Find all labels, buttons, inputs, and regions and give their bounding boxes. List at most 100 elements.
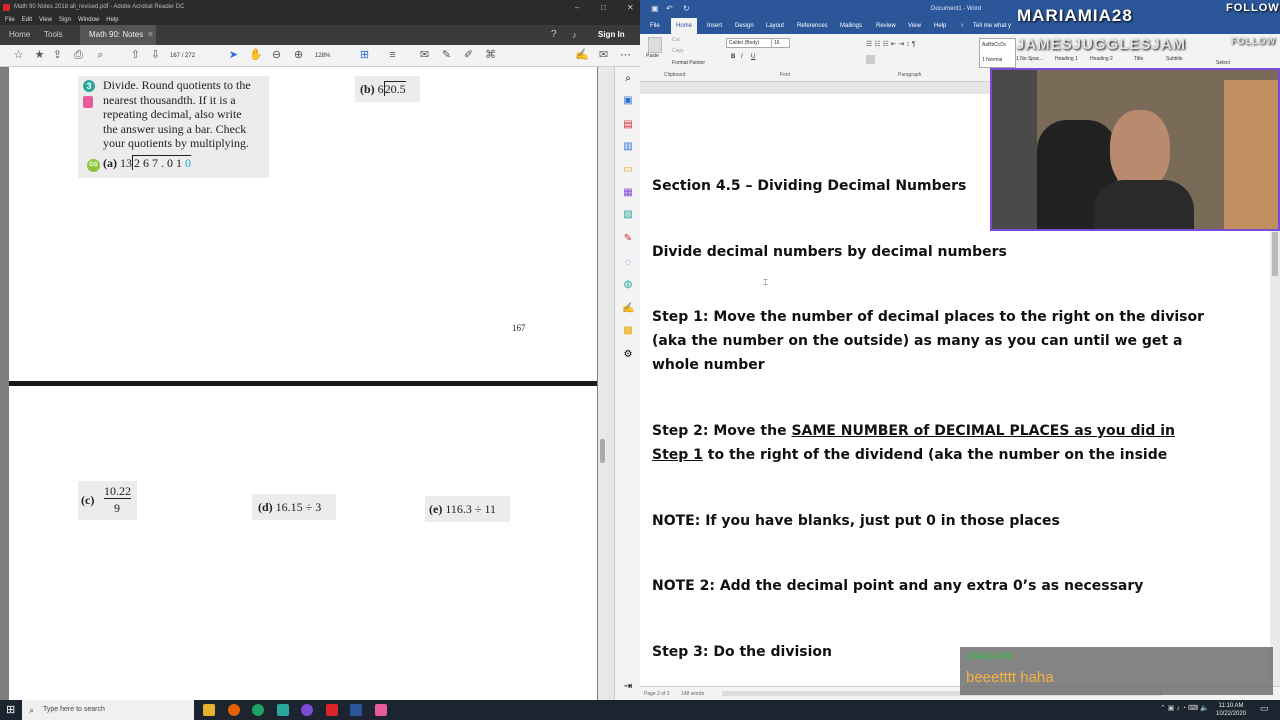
print-icon[interactable]: ⎙ <box>72 49 85 62</box>
tab-layout[interactable]: Layout <box>766 18 784 34</box>
italic-button[interactable]: I <box>741 54 743 60</box>
menu-edit[interactable]: Edit <box>22 17 32 23</box>
style-title[interactable]: Title <box>1134 56 1143 62</box>
taskbar-search[interactable]: ⌕ Type here to search <box>22 700 194 720</box>
draw-icon[interactable]: ✐ <box>462 49 475 62</box>
paste-button[interactable]: Paste <box>646 53 659 59</box>
sign-icon[interactable]: ✍ <box>622 303 634 315</box>
zoom-level[interactable]: 128% <box>315 50 345 62</box>
style-heading-1[interactable]: Heading 1 <box>1055 56 1078 62</box>
tell-me-icon[interactable]: ♀ <box>960 18 965 34</box>
word-scroll-thumb[interactable] <box>1272 232 1278 276</box>
stamp-icon[interactable]: ⌘ <box>484 49 497 62</box>
scan-icon[interactable]: ◍ <box>622 279 634 291</box>
export-pdf-icon[interactable]: ▣ <box>622 95 634 107</box>
bold-button[interactable]: B <box>731 54 735 60</box>
menu-window[interactable]: Window <box>78 17 99 23</box>
tab-design[interactable]: Design <box>735 18 754 34</box>
font-size-select[interactable]: 16 <box>771 38 790 48</box>
file-explorer-icon[interactable] <box>203 704 215 716</box>
notification-icon[interactable]: ▭ <box>1260 703 1269 714</box>
organize-icon[interactable]: ▧ <box>622 209 634 221</box>
word-count[interactable]: 148 words <box>681 687 704 701</box>
tab-mailings[interactable]: Mailings <box>840 18 862 34</box>
redo-icon[interactable]: ↻ <box>683 0 690 18</box>
align-left-icon[interactable] <box>866 55 875 64</box>
tab-home-word[interactable]: Home <box>671 18 698 34</box>
acrobat-taskbar-icon[interactable] <box>326 704 338 716</box>
obs-icon[interactable] <box>301 704 313 716</box>
scroll-thumb[interactable] <box>600 439 605 463</box>
menu-file[interactable]: File <box>5 17 15 23</box>
windows-start-icon[interactable]: ⊞ <box>6 703 15 717</box>
page-count[interactable]: Page 2 of 2 <box>644 687 670 701</box>
page-current[interactable]: 167 <box>170 53 180 59</box>
sign-in-button[interactable]: Sign In <box>598 25 625 45</box>
tab-references[interactable]: References <box>797 18 828 34</box>
email-icon[interactable]: ✉ <box>597 49 610 62</box>
firefox-icon[interactable] <box>228 704 240 716</box>
fill-sign-icon[interactable]: ✍ <box>575 49 589 62</box>
hand-icon[interactable]: ✋ <box>249 49 263 62</box>
search-icon[interactable]: ⌕ <box>622 73 634 85</box>
document-view[interactable]: 3 Divide. Round quotients to the nearest… <box>0 67 598 700</box>
word-taskbar-icon[interactable] <box>350 704 362 716</box>
style-normal[interactable]: AaBbCcDc 1 Normal <box>979 38 1016 68</box>
underline-button[interactable]: U <box>751 54 755 60</box>
cut-button[interactable]: Cut <box>672 37 680 43</box>
maximize-icon[interactable]: □ <box>601 0 606 15</box>
tab-view[interactable]: View <box>908 18 921 34</box>
highlight-icon[interactable]: ✎ <box>440 49 453 62</box>
tab-help[interactable]: Help <box>934 18 946 34</box>
select-arrow-icon[interactable]: ➤ <box>227 49 240 62</box>
paint-icon[interactable] <box>375 704 387 716</box>
app-icon[interactable] <box>277 704 289 716</box>
tell-me-search[interactable]: Tell me what y <box>973 18 1011 34</box>
page-up-icon[interactable]: ⇧ <box>129 49 142 62</box>
style-heading-2[interactable]: Heading 2 <box>1090 56 1113 62</box>
collapse-pane-icon[interactable]: ⇥ <box>622 681 634 693</box>
minimize-icon[interactable]: – <box>575 0 579 15</box>
select-button[interactable]: Select <box>1216 60 1230 66</box>
fit-page-icon[interactable]: ⊞ <box>358 49 371 62</box>
more-tools-icon[interactable]: ⚙ <box>622 349 634 361</box>
fill-sign-tool-icon[interactable]: ✎ <box>622 233 634 245</box>
tab-insert[interactable]: Insert <box>707 18 722 34</box>
menu-help[interactable]: Help <box>106 17 118 23</box>
document-scrollbar[interactable] <box>598 67 607 700</box>
menu-sign[interactable]: Sign <box>59 17 71 23</box>
tab-file[interactable]: File <box>650 18 660 34</box>
save-icon[interactable]: ▣ <box>651 0 659 18</box>
more-icon[interactable]: ⋯ <box>619 49 632 62</box>
paste-icon[interactable] <box>648 37 662 53</box>
zoom-search-icon[interactable]: ⌕ <box>94 49 107 62</box>
chrome-icon[interactable] <box>252 704 264 716</box>
close-icon[interactable]: ✕ <box>627 0 634 15</box>
style-subtitle[interactable]: Subtitle <box>1166 56 1183 62</box>
help-icon[interactable]: ? <box>551 25 557 45</box>
create-pdf-icon[interactable]: ▤ <box>622 119 634 131</box>
page-indicator[interactable]: 167 / 272 <box>170 50 210 62</box>
comment-icon[interactable]: ✉ <box>418 49 431 62</box>
tab-home[interactable]: Home <box>9 25 30 45</box>
upload-icon[interactable]: ⇪ <box>51 49 64 62</box>
clock[interactable]: 11:10 AM 10/22/2020 <box>1216 702 1246 718</box>
star-icon[interactable]: ★ <box>33 49 46 62</box>
combine-icon[interactable]: ▦ <box>622 187 634 199</box>
style-no-spacing[interactable]: 1 No Spac... <box>1016 56 1044 62</box>
bullets-icon[interactable]: ☰ ☷ ☵ ⇤ ⇥ ↕ ¶ <box>866 40 916 48</box>
edit-pdf-icon[interactable]: ▥ <box>622 141 634 153</box>
zoom-in-icon[interactable]: ⊕ <box>292 49 305 62</box>
format-painter-button[interactable]: Format Painter <box>672 60 705 66</box>
comment-tool-icon[interactable]: ▭ <box>622 164 634 176</box>
undo-icon[interactable]: ↶ <box>666 0 673 18</box>
tab-close-icon[interactable]: ✕ <box>147 25 154 45</box>
system-tray-icon[interactable]: ⌃ ▣ ♪ ◔ ⌨ 🔈 <box>1160 704 1209 712</box>
tab-tools[interactable]: Tools <box>44 25 63 45</box>
copy-button[interactable]: Copy <box>672 48 684 54</box>
bookmark-icon[interactable]: ☆ <box>12 49 25 62</box>
send-icon[interactable]: ▩ <box>622 325 634 337</box>
protect-icon[interactable]: ◌ <box>622 257 634 269</box>
zoom-out-icon[interactable]: ⊖ <box>270 49 283 62</box>
tab-document[interactable]: Math 90: Notes 20... <box>80 25 156 59</box>
